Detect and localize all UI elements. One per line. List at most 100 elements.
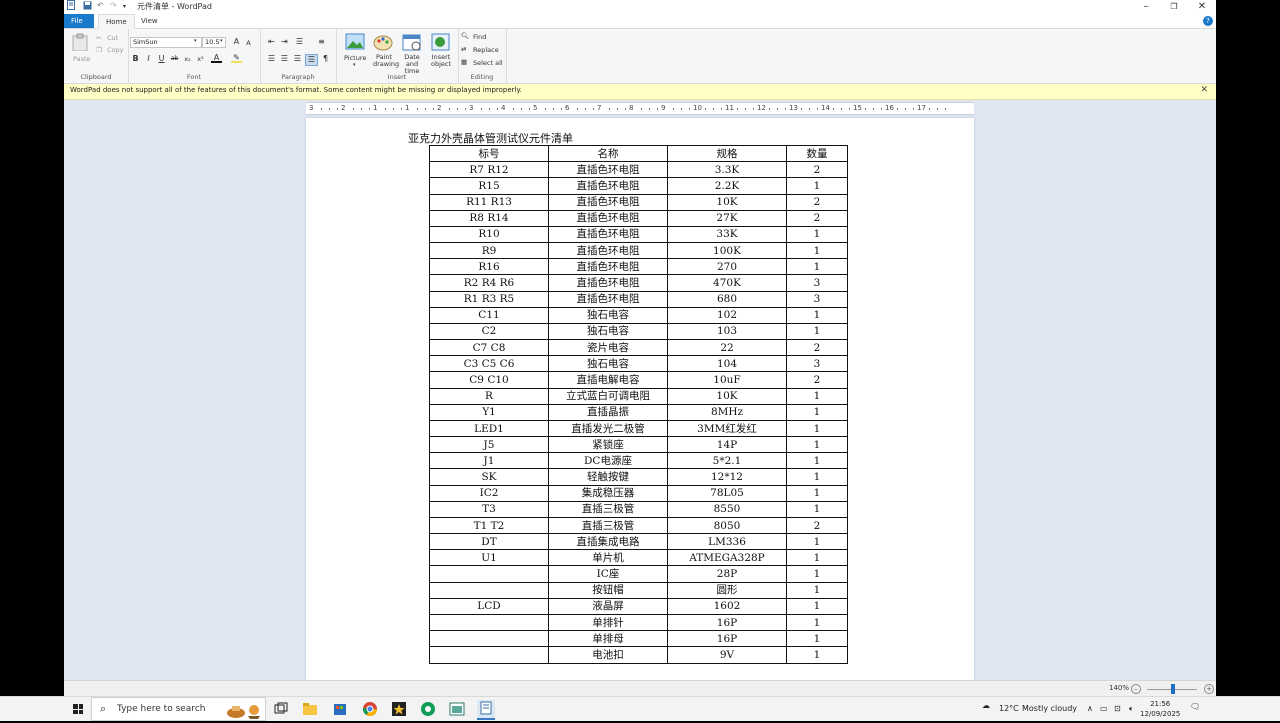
text-color-icon[interactable]: A [211,53,222,63]
ruler-label: 9 [661,104,666,112]
quick-access-menu-icon[interactable]: ▾ [123,3,126,10]
date-time-button[interactable]: Date and time [398,54,426,75]
paragraph-settings-icon[interactable]: ¶ [320,54,331,64]
chrome-profile-icon[interactable] [419,700,437,718]
paint-drawing-icon[interactable] [373,33,393,54]
insert-object-icon[interactable] [431,33,451,54]
font-family-select[interactable]: SimSun [130,37,202,48]
font-family-dropdown-icon[interactable]: ▾ [194,38,197,44]
file-explorer-icon[interactable] [301,700,319,718]
cell-designator [429,613,549,632]
picture-button[interactable]: Picture [344,54,366,62]
ruler-tick [721,108,722,110]
italic-icon[interactable]: I [143,54,154,64]
underline-icon[interactable]: U [156,54,167,64]
increase-indent-icon[interactable]: ⇥ [279,37,290,47]
infobar-close-icon[interactable]: ✕ [1200,85,1208,95]
replace-icon[interactable]: ⇄ [461,45,466,53]
select-all-button[interactable]: Select all [473,59,503,67]
tab-home[interactable]: Home [98,14,135,29]
copy-icon[interactable]: ❐ [96,46,102,54]
find-icon[interactable]: 🔍︎ [461,32,469,40]
ruler-scale[interactable]: 3 2 1 1 2 3 4 5 6 7 8 9 10 11 12 13 14 15 16 17 [306,102,974,115]
cut-button[interactable]: Cut [107,34,118,42]
replace-button[interactable]: Replace [473,46,499,54]
cell-qty: 1 [786,242,848,260]
decrease-indent-icon[interactable]: ⇤ [266,37,277,47]
taskbar-search-box[interactable]: ⌕ Type here to search [91,697,266,721]
document-page[interactable]: 亚克力外壳晶体管测试仪元件清单 标号 名称 规格 数量 R7 R12 直插色环电阻 3.3K… [306,118,974,680]
volume-icon[interactable]: 🔈︎ [1129,704,1134,714]
wordpad-taskbar-icon[interactable] [477,700,495,720]
subscript-icon[interactable]: x₂ [182,54,193,64]
ruler-tick [769,108,770,110]
network-icon[interactable]: ⊡ [1114,704,1121,713]
weather-icon[interactable]: ☁ [982,701,990,710]
app-window-icon[interactable] [448,700,466,718]
ruler-tick [401,108,402,110]
align-left-icon[interactable]: ☰ [266,54,277,64]
cell-qty: 2 [786,339,848,357]
table-row: IC座 28P 1 [429,565,848,583]
show-hidden-icons-icon[interactable]: ∧ [1087,704,1093,713]
help-icon[interactable]: ? [1203,16,1213,26]
date-time-icon[interactable] [402,33,422,54]
task-view-icon[interactable] [272,700,290,718]
justify-icon[interactable]: ☰ [305,54,318,66]
cell-spec: 8550 [667,500,787,518]
weather-desc[interactable]: Mostly cloudy [1022,704,1077,713]
copy-button[interactable]: Copy [107,46,124,54]
highlight-color-icon[interactable]: ✎ [231,53,242,63]
cut-icon[interactable]: ✂ [96,34,101,42]
picture-icon[interactable] [345,33,365,54]
paste-button[interactable]: Paste [73,55,91,63]
minimize-button[interactable]: – [1132,0,1160,14]
cell-qty: 1 [786,630,848,648]
ruler-tick [593,108,594,110]
paragraph-group: ⇤ ⇥ ☰ ≡ ☰ ☰ ☰ ☰ ¶ Paragraph [260,29,337,83]
insert-object-button[interactable]: Insert object [429,54,453,68]
shrink-font-icon[interactable]: A [243,38,254,48]
find-button[interactable]: Find [473,33,486,41]
cell-spec: 470K [667,274,787,292]
wordpad-app-icon[interactable] [67,0,75,12]
tab-file[interactable]: File [64,14,94,28]
cell-name: 直插三极管 [548,500,668,518]
ruler-tick [529,108,530,110]
undo-icon[interactable]: ↶ [97,1,104,10]
cell-qty: 1 [786,387,848,405]
notifications-icon[interactable]: 🗨︎ [1190,702,1200,711]
ruler-tick [361,108,362,110]
zoom-in-button[interactable]: + [1204,684,1214,694]
align-center-icon[interactable]: ☰ [279,54,290,64]
store-icon[interactable] [331,700,349,718]
zoom-out-button[interactable]: – [1131,684,1141,694]
line-spacing-icon[interactable]: ≡ [316,37,327,47]
ruler-tick [673,108,674,110]
align-right-icon[interactable]: ☰ [292,54,303,64]
strikethrough-icon[interactable]: ab [169,54,180,64]
windows-start-icon[interactable] [73,704,83,714]
tab-view[interactable]: View [134,14,165,28]
system-clock[interactable]: 21:56 12/09/2025 [1140,699,1180,719]
grow-font-icon[interactable]: A [231,37,242,47]
bullets-icon[interactable]: ☰ [294,37,305,47]
zoom-slider-thumb[interactable] [1171,684,1175,694]
weather-temp[interactable]: 12°C [999,704,1019,713]
bold-icon[interactable]: B [130,54,141,64]
app-star-icon[interactable] [390,700,408,718]
font-size-dropdown-icon[interactable]: ▾ [220,38,223,44]
paint-drawing-button[interactable]: Paint drawing [373,54,399,68]
chrome-icon[interactable] [361,700,379,718]
picture-dropdown-icon[interactable]: ▾ [353,62,356,68]
select-all-icon[interactable]: ▦ [461,58,467,66]
restore-button[interactable]: ❐ [1160,0,1188,14]
cell-spec: 27K [667,209,787,227]
superscript-icon[interactable]: x² [195,54,206,64]
redo-icon[interactable]: ↷ [110,1,117,10]
battery-icon[interactable]: ▭ [1100,704,1108,713]
quick-save-icon[interactable] [83,1,92,12]
paste-icon[interactable] [72,33,88,54]
close-button[interactable]: ✕ [1188,0,1216,14]
ruler-label: 3 [469,104,474,112]
